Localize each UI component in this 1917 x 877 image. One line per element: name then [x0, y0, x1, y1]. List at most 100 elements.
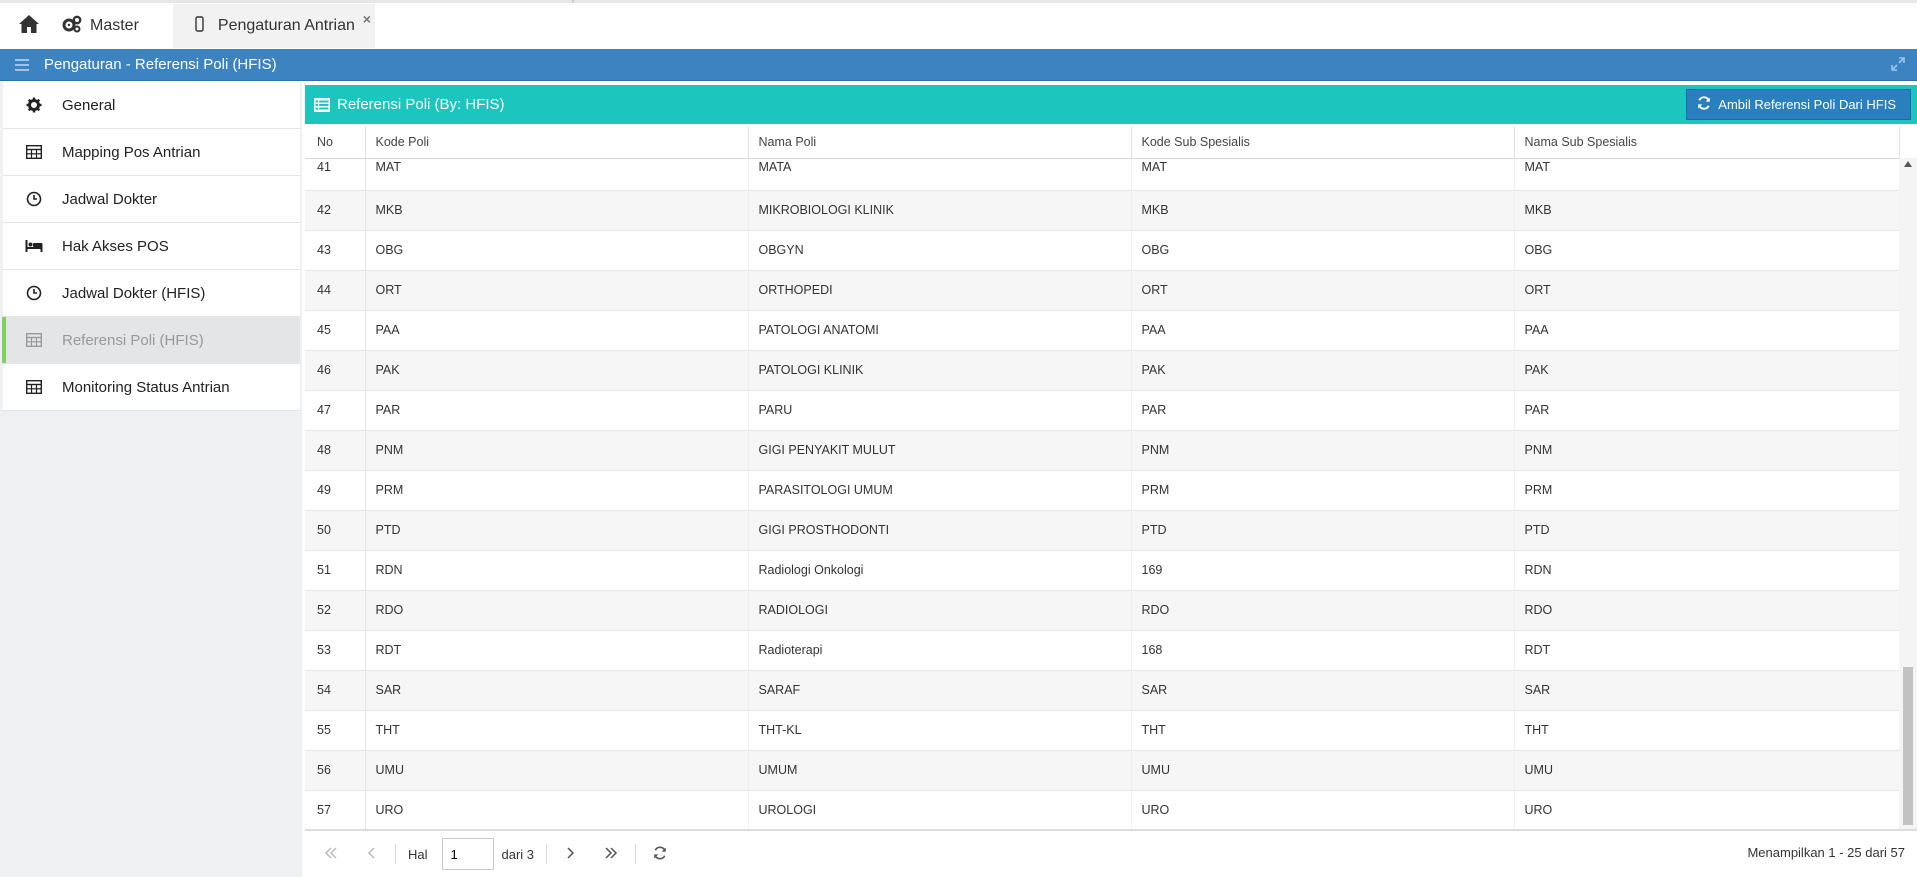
column-header-kode-sub-spesialis[interactable]: Kode Sub Spesialis [1131, 126, 1515, 159]
cell-nama-sub-spesialis: PTD [1514, 510, 1900, 551]
cell-kode-poli: PTD [365, 510, 749, 551]
cell-kode-poli: PNM [365, 430, 749, 471]
cell-nama-poli: GIGI PENYAKIT MULUT [748, 430, 1132, 471]
table-row[interactable]: 55 THT THT-KL THT THT [305, 710, 1900, 751]
cell-no: 55 [305, 710, 366, 751]
clock-icon [6, 191, 62, 207]
cell-no: 48 [305, 430, 366, 471]
scrollbar-thumb[interactable] [1903, 667, 1913, 825]
reload-button[interactable] [640, 839, 680, 869]
cell-no: 43 [305, 230, 366, 271]
pager-separator [546, 844, 548, 864]
double-chevron-right-icon [604, 846, 618, 862]
cell-nama-sub-spesialis: OBG [1514, 230, 1900, 271]
table-icon [6, 380, 62, 394]
sidebar-item-label: General [62, 96, 116, 114]
cell-kode-poli: UMU [365, 750, 749, 791]
sidebar-item-label: Monitoring Status Antrian [62, 378, 230, 396]
mobile-icon [195, 15, 204, 37]
sidebar-item-referensi-poli-hfis[interactable]: Referensi Poli (HFIS) [2, 317, 300, 364]
panel-header: Pengaturan - Referensi Poli (HFIS) [0, 49, 1917, 81]
cell-kode-sub-spesialis: 168 [1131, 630, 1515, 671]
table-row[interactable]: 41 MAT MATA MAT MAT [305, 158, 1900, 191]
table-row[interactable]: 44 ORT ORTHOPEDI ORT ORT [305, 270, 1900, 311]
table-row[interactable]: 53 RDT Radioterapi 168 RDT [305, 630, 1900, 671]
page-title: Pengaturan - Referensi Poli (HFIS) [44, 56, 277, 73]
first-page-button[interactable] [311, 839, 351, 869]
vertical-scrollbar[interactable] [1899, 158, 1917, 830]
home-icon [18, 14, 40, 39]
bed-icon [6, 239, 62, 253]
table-row[interactable]: 49 PRM PARASITOLOGI UMUM PRM PRM [305, 470, 1900, 511]
table-row[interactable]: 54 SAR SARAF SAR SAR [305, 670, 1900, 711]
table-icon [6, 333, 62, 347]
cell-kode-poli: OBG [365, 230, 749, 271]
column-header-no[interactable]: No [305, 126, 366, 159]
cell-kode-sub-spesialis: URO [1131, 790, 1515, 830]
table-row[interactable]: 45 PAA PATOLOGI ANATOMI PAA PAA [305, 310, 1900, 351]
column-header-nama-poli[interactable]: Nama Poli [748, 126, 1132, 159]
refresh-icon [1697, 96, 1711, 113]
table-row[interactable]: 42 MKB MIKROBIOLOGI KLINIK MKB MKB [305, 190, 1900, 231]
prev-page-button[interactable] [351, 839, 391, 869]
next-page-button[interactable] [551, 839, 591, 869]
cell-no: 42 [305, 190, 366, 231]
cell-kode-poli: RDN [365, 550, 749, 591]
table-row[interactable]: 50 PTD GIGI PROSTHODONTI PTD PTD [305, 510, 1900, 551]
home-tab[interactable] [0, 4, 58, 48]
cell-nama-sub-spesialis: MAT [1514, 158, 1900, 191]
hamburger-icon[interactable] [0, 58, 44, 71]
sidebar-item-jadwal-dokter-hfis[interactable]: Jadwal Dokter (HFIS) [3, 270, 300, 317]
cell-no: 45 [305, 310, 366, 351]
cell-kode-poli: RDO [365, 590, 749, 631]
cell-nama-sub-spesialis: URO [1514, 790, 1900, 830]
pager-separator [395, 844, 396, 864]
tab-master-label: Master [90, 17, 139, 34]
scroll-up-arrow-icon[interactable] [1904, 161, 1912, 167]
cell-kode-poli: PAR [365, 390, 749, 431]
table-row[interactable]: 46 PAK PATOLOGI KLINIK PAK PAK [305, 350, 1900, 391]
close-tab-icon[interactable]: × [363, 12, 371, 26]
cell-kode-sub-spesialis: RDO [1131, 590, 1515, 631]
table-row[interactable]: 43 OBG OBGYN OBG OBG [305, 230, 1900, 271]
cell-no: 47 [305, 390, 366, 431]
sidebar-item-mapping-pos-antrian[interactable]: Mapping Pos Antrian [3, 129, 300, 176]
cell-no: 52 [305, 590, 366, 631]
table-row[interactable]: 47 PAR PARU PAR PAR [305, 390, 1900, 431]
column-header-nama-sub-spesialis[interactable]: Nama Sub Spesialis [1514, 126, 1900, 159]
cell-kode-sub-spesialis: PTD [1131, 510, 1515, 551]
cell-nama-sub-spesialis: PNM [1514, 430, 1900, 471]
table-row[interactable]: 52 RDO RADIOLOGI RDO RDO [305, 590, 1900, 631]
cell-nama-poli: PARU [748, 390, 1132, 431]
page-number-input[interactable] [441, 838, 494, 870]
fetch-referensi-button[interactable]: Ambil Referensi Poli Dari HFIS [1686, 89, 1911, 120]
cell-nama-poli: ORTHOPEDI [748, 270, 1132, 311]
cell-kode-sub-spesialis: OBG [1131, 230, 1515, 271]
expand-icon[interactable] [1891, 57, 1905, 75]
table-row[interactable]: 56 UMU UMUM UMU UMU [305, 750, 1900, 791]
last-page-button[interactable] [591, 839, 631, 869]
cell-kode-sub-spesialis: SAR [1131, 670, 1515, 711]
cell-no: 41 [305, 158, 366, 191]
cell-nama-sub-spesialis: RDO [1514, 590, 1900, 631]
sidebar-item-jadwal-dokter[interactable]: Jadwal Dokter [3, 176, 300, 223]
pagination-bar: Hal dari 3 Menampilkan 1 - 25 dari 57 [305, 829, 1917, 877]
tab-pengaturan-antrian[interactable]: Pengaturan Antrian × [172, 4, 375, 48]
cell-kode-poli: MAT [365, 158, 749, 191]
table-icon [6, 145, 62, 159]
table-row[interactable]: 48 PNM GIGI PENYAKIT MULUT PNM PNM [305, 430, 1900, 471]
sidebar-item-label: Jadwal Dokter [62, 190, 158, 208]
column-header-kode-poli[interactable]: Kode Poli [365, 126, 749, 159]
sidebar-item-hak-akses-pos[interactable]: Hak Akses POS [3, 223, 300, 270]
sidebar-item-label: Jadwal Dokter (HFIS) [62, 284, 206, 302]
tab-master[interactable]: Master [58, 4, 155, 48]
grid-header: Referensi Poli (By: HFIS) Ambil Referens… [305, 85, 1917, 124]
main-panel: Referensi Poli (By: HFIS) Ambil Referens… [305, 82, 1917, 877]
table-row[interactable]: 51 RDN Radiologi Onkologi 169 RDN [305, 550, 1900, 591]
cell-nama-poli: MIKROBIOLOGI KLINIK [748, 190, 1132, 231]
table-row[interactable]: 57 URO UROLOGI URO URO [305, 790, 1900, 830]
top-tab-bar: Master Pengaturan Antrian × [0, 0, 1917, 48]
sidebar-item-general[interactable]: General [3, 82, 300, 129]
cell-nama-poli: UROLOGI [748, 790, 1132, 830]
sidebar-item-monitoring-status-antrian[interactable]: Monitoring Status Antrian [3, 364, 300, 411]
